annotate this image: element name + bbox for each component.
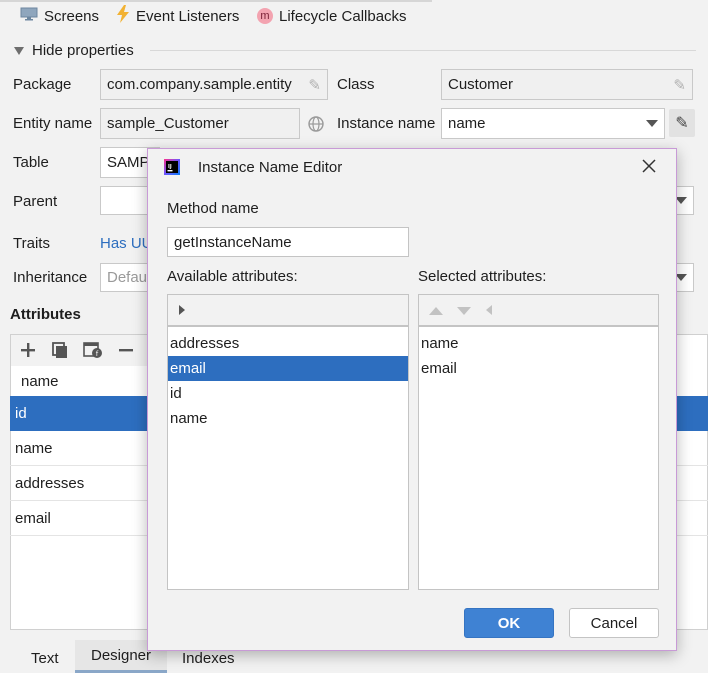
move-up-icon[interactable]: [429, 302, 443, 319]
entity-name-label: Entity name: [13, 115, 93, 132]
list-item[interactable]: name: [419, 331, 658, 356]
hide-properties-toggle[interactable]: Hide properties: [14, 40, 134, 60]
selected-toolbar: [418, 294, 659, 326]
globe-icon[interactable]: [307, 115, 325, 137]
traits-label: Traits: [13, 235, 50, 252]
move-down-icon[interactable]: [457, 302, 471, 319]
inheritance-value: Defau: [107, 269, 148, 286]
available-attributes-label: Available attributes:: [167, 268, 298, 285]
dialog-title: Instance Name Editor: [198, 159, 343, 176]
move-left-icon[interactable]: [485, 302, 493, 319]
chevron-down-icon: [646, 115, 658, 132]
lightning-icon: [116, 5, 130, 27]
selected-attributes-list: name email: [418, 326, 659, 590]
intellij-app-icon: IJ: [164, 159, 180, 179]
available-attributes-list: addresses email id name: [167, 326, 409, 590]
parent-label: Parent: [13, 193, 58, 210]
monitor-icon: [20, 7, 38, 25]
tab-screens-label: Screens: [44, 7, 100, 25]
package-label: Package: [13, 76, 72, 93]
tab-event-listeners[interactable]: Event Listeners: [116, 4, 239, 28]
top-tab-strip: Screens Event Listeners m Lifecycle Call…: [0, 0, 708, 32]
selected-attributes-label: Selected attributes:: [418, 268, 547, 285]
tab-lifecycle-callbacks[interactable]: m Lifecycle Callbacks: [257, 4, 407, 28]
add-icon[interactable]: [19, 341, 37, 363]
class-field[interactable]: Customer ✎: [441, 69, 693, 100]
tab-screens[interactable]: Screens: [20, 4, 99, 28]
column-header-label: name: [21, 372, 59, 390]
tab-indexes[interactable]: Indexes: [182, 650, 235, 667]
tab-strip-border: [0, 0, 432, 2]
table-label: Table: [13, 154, 49, 171]
table-value: SAMP: [107, 154, 150, 171]
list-item[interactable]: addresses: [168, 331, 408, 356]
tab-event-listeners-label: Event Listeners: [136, 7, 240, 25]
instance-name-select[interactable]: name: [441, 108, 665, 139]
class-label: Class: [337, 76, 375, 93]
copy-icon[interactable]: [51, 341, 69, 363]
properties-divider: [150, 50, 696, 51]
method-name-label: Method name: [167, 200, 259, 217]
cancel-button[interactable]: Cancel: [569, 608, 659, 638]
list-item[interactable]: email: [168, 356, 408, 381]
list-item[interactable]: email: [419, 356, 658, 381]
row-name: name: [15, 439, 53, 457]
pencil-icon: ✎: [675, 115, 689, 132]
entity-name-value: sample_Customer: [107, 115, 229, 132]
entity-name-field[interactable]: sample_Customer: [100, 108, 300, 139]
pencil-icon[interactable]: ✎: [673, 76, 686, 94]
available-toolbar: [167, 294, 409, 326]
list-item[interactable]: name: [168, 406, 408, 431]
package-value: com.company.sample.entity: [107, 76, 292, 93]
edit-instance-name-button[interactable]: ✎: [669, 109, 695, 137]
close-icon[interactable]: [638, 155, 660, 177]
method-icon-badge: m: [260, 10, 270, 22]
svg-text:IJ: IJ: [168, 164, 172, 170]
pencil-icon[interactable]: ✎: [308, 76, 321, 94]
table-calendar-icon[interactable]: f: [83, 341, 103, 363]
remove-icon[interactable]: [117, 341, 135, 363]
hide-properties-label: Hide properties: [32, 41, 134, 59]
tab-designer-label: Designer: [90, 646, 152, 664]
instance-name-editor-dialog: IJ Instance Name Editor Method name Avai…: [147, 148, 677, 651]
instance-name-label: Instance name: [337, 115, 436, 132]
triangle-down-icon: [14, 42, 24, 59]
ok-button[interactable]: OK: [464, 608, 554, 638]
list-item[interactable]: id: [168, 381, 408, 406]
class-value: Customer: [448, 76, 514, 93]
move-right-icon[interactable]: [178, 302, 186, 319]
row-name: email: [15, 509, 51, 527]
row-name: addresses: [15, 474, 85, 492]
traits-link[interactable]: Has UU: [100, 235, 153, 252]
method-name-input[interactable]: [167, 227, 409, 257]
attributes-title: Attributes: [10, 306, 81, 323]
tab-text[interactable]: Text: [31, 650, 59, 667]
inheritance-label: Inheritance: [13, 269, 88, 286]
tab-lifecycle-callbacks-label: Lifecycle Callbacks: [279, 7, 407, 25]
row-name: id: [15, 405, 27, 422]
method-icon: m: [257, 8, 273, 24]
attributes-toolbar: f: [10, 334, 150, 366]
instance-name-value: name: [448, 115, 486, 132]
package-field[interactable]: com.company.sample.entity ✎: [100, 69, 328, 100]
attributes-column-header[interactable]: name: [10, 366, 150, 396]
